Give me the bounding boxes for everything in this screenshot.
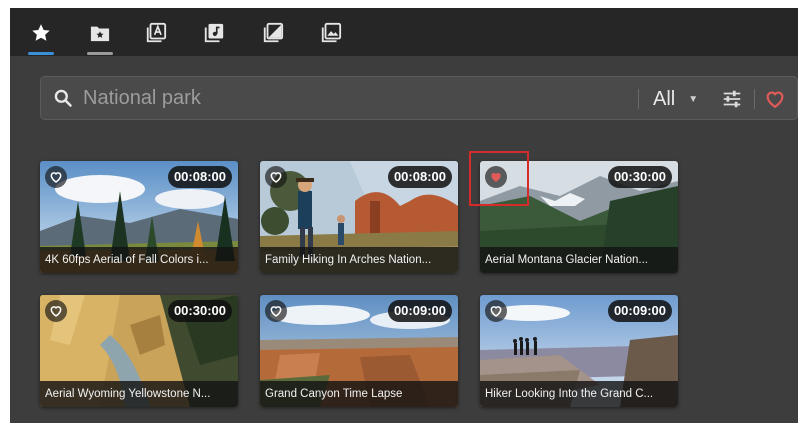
video-title: Aerial Montana Glacier Nation...: [480, 247, 678, 273]
video-card[interactable]: 00:09:00 Hiker Looking Into the Grand C.…: [480, 295, 678, 407]
image-edit-icon: [263, 22, 284, 43]
search-bar: All ▼: [40, 76, 798, 120]
video-title: Aerial Wyoming Yellowstone N...: [40, 381, 238, 407]
tab-titles[interactable]: [141, 18, 171, 48]
text-library-icon: [146, 22, 167, 43]
video-title: Hiker Looking Into the Grand C...: [480, 381, 678, 407]
search-icon: [54, 89, 72, 107]
heart-outline-icon: [490, 306, 502, 317]
video-duration: 00:30:00: [607, 166, 672, 188]
tab-photos[interactable]: [316, 18, 346, 48]
caret-down-icon: ▼: [688, 93, 699, 105]
filter-settings-icon[interactable]: [721, 88, 743, 110]
video-duration: 00:09:00: [607, 300, 672, 322]
search-input[interactable]: [83, 83, 603, 113]
video-card[interactable]: 00:30:00 Aerial Wyoming Yellowstone N...: [40, 295, 238, 407]
video-title: Grand Canyon Time Lapse: [260, 381, 458, 407]
video-duration: 00:30:00: [167, 300, 232, 322]
stock-media-panel: All ▼: [10, 8, 798, 423]
video-duration: 00:09:00: [387, 300, 452, 322]
favorite-toggle[interactable]: [265, 300, 287, 322]
folder-star-icon: [90, 26, 110, 42]
heart-outline-icon: [270, 172, 282, 183]
favorite-toggle[interactable]: [265, 166, 287, 188]
library-tabs: [10, 8, 798, 56]
heart-outline-icon[interactable]: [764, 88, 786, 110]
video-card[interactable]: 00:09:00 Grand Canyon Time Lapse: [260, 295, 458, 407]
video-card[interactable]: 00:08:00 4K 60fps Aerial of Fall Colors …: [40, 161, 238, 273]
star-icon: [32, 24, 50, 41]
music-library-icon: [204, 23, 224, 43]
favorite-toggle[interactable]: [485, 300, 507, 322]
category-filter-label: All: [653, 87, 676, 110]
tab-favorites[interactable]: [26, 18, 56, 55]
tab-collections[interactable]: [85, 18, 115, 55]
category-filter-dropdown[interactable]: All ▼: [653, 86, 698, 112]
video-title: 4K 60fps Aerial of Fall Colors i...: [40, 247, 238, 273]
active-tab-indicator: [28, 52, 54, 55]
video-duration: 00:08:00: [387, 166, 452, 188]
favorite-toggle[interactable]: [45, 166, 67, 188]
heart-outline-icon: [50, 306, 62, 317]
divider: [754, 89, 755, 109]
heart-outline-icon: [50, 172, 62, 183]
divider: [638, 89, 639, 109]
tab-overlays[interactable]: [258, 18, 288, 48]
video-card[interactable]: 00:08:00 Family Hiking In Arches Nation.…: [260, 161, 458, 273]
photo-library-icon: [321, 22, 342, 43]
favorite-toggle[interactable]: [45, 300, 67, 322]
annotation-highlight-box: [469, 151, 529, 206]
tab-audio[interactable]: [199, 18, 229, 48]
video-title: Family Hiking In Arches Nation...: [260, 247, 458, 273]
heart-outline-icon: [270, 306, 282, 317]
tab-underline: [87, 52, 113, 55]
video-duration: 00:08:00: [167, 166, 232, 188]
